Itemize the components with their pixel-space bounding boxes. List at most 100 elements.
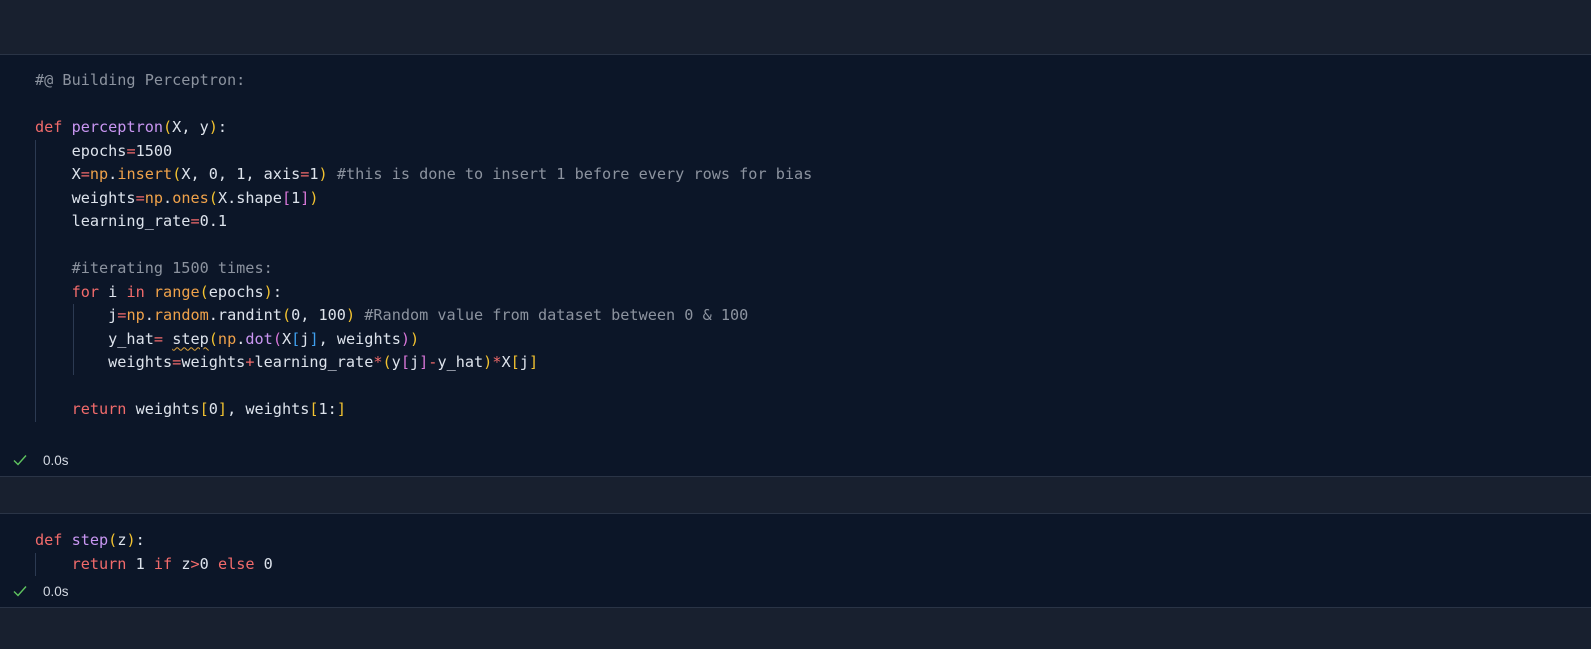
code-token: ) bbox=[483, 353, 493, 371]
code-token: ) bbox=[126, 531, 136, 549]
code-token: X, y bbox=[172, 118, 209, 136]
code-line: epochs=1500 bbox=[35, 139, 1571, 163]
code-token: X bbox=[281, 329, 292, 348]
code-token: : bbox=[135, 531, 145, 549]
cell-divider[interactable] bbox=[0, 476, 1591, 514]
indent-guide bbox=[73, 304, 74, 328]
code-token: 1 bbox=[291, 188, 301, 207]
code-editor[interactable]: def step(z): return 1 if z>0 else 0 bbox=[35, 529, 1571, 576]
code-token: . bbox=[144, 306, 154, 324]
code-token: 1: bbox=[318, 400, 337, 418]
code-token: [ bbox=[199, 400, 209, 418]
code-token: in bbox=[126, 282, 145, 301]
code-token: #this is done to insert 1 before every r… bbox=[327, 165, 813, 183]
code-token: j bbox=[519, 353, 529, 371]
execution-status: 0.0s bbox=[12, 452, 69, 468]
code-token: y_hat bbox=[35, 329, 154, 348]
code-token: np bbox=[144, 188, 164, 207]
code-cell-step[interactable]: def step(z): return 1 if z>0 else 0 0.0s bbox=[0, 514, 1591, 607]
code-token: = bbox=[126, 141, 136, 160]
code-token: [ bbox=[400, 353, 410, 371]
code-token: np bbox=[126, 306, 145, 324]
code-line bbox=[35, 374, 1571, 398]
code-token: def bbox=[35, 531, 72, 549]
code-token: 0 bbox=[199, 554, 218, 573]
check-icon bbox=[13, 586, 27, 597]
code-token: ] bbox=[419, 353, 429, 371]
code-token: 0 bbox=[254, 554, 273, 573]
indent-guide bbox=[73, 327, 74, 351]
code-token: 1 bbox=[126, 554, 154, 573]
indent-guide bbox=[35, 398, 36, 422]
code-token: j bbox=[409, 353, 420, 371]
indent-guide bbox=[35, 233, 36, 257]
code-token: if bbox=[153, 554, 173, 573]
code-token: 0 bbox=[208, 400, 218, 418]
code-token: X bbox=[35, 165, 81, 183]
code-token: #Random value from dataset between 0 & 1… bbox=[355, 306, 749, 324]
code-token: X, 0, 1, axis bbox=[181, 165, 301, 183]
code-token: step bbox=[172, 329, 209, 348]
code-token: #@ Building Perceptron: bbox=[35, 71, 246, 89]
code-token: 1500 bbox=[135, 141, 173, 160]
code-token: = bbox=[172, 353, 182, 371]
code-token: : bbox=[217, 118, 228, 136]
code-token: dot bbox=[245, 329, 273, 348]
code-token: weights bbox=[35, 353, 173, 371]
code-token: epochs bbox=[208, 282, 264, 301]
code-token: ) bbox=[410, 329, 420, 348]
code-token: 0.1 bbox=[199, 212, 228, 230]
indent-guide bbox=[35, 280, 36, 304]
code-token: ones bbox=[172, 188, 209, 207]
code-token: ( bbox=[272, 329, 282, 348]
code-line: weights=np.ones(X.shape[1]) bbox=[35, 186, 1571, 210]
code-token: ( bbox=[199, 282, 209, 301]
code-token: ) bbox=[400, 329, 411, 348]
code-token: y_hat bbox=[437, 353, 484, 371]
code-token: ] bbox=[528, 353, 539, 371]
execution-time: 0.0s bbox=[43, 583, 69, 599]
code-token: , weights bbox=[227, 400, 310, 418]
check-icon bbox=[13, 455, 27, 466]
notebook-top-gap bbox=[0, 0, 1591, 55]
code-cell-perceptron[interactable]: #@ Building Perceptron: def perceptron(X,… bbox=[0, 55, 1591, 476]
code-token: ] bbox=[217, 400, 228, 418]
code-token: .randint bbox=[208, 306, 282, 324]
indent-guide bbox=[35, 139, 36, 163]
code-token: , weights bbox=[318, 329, 401, 348]
code-token: y bbox=[391, 353, 401, 371]
code-token: [ bbox=[281, 188, 292, 207]
code-token: return bbox=[71, 400, 127, 418]
code-token: perceptron bbox=[71, 118, 164, 136]
code-line: #iterating 1500 times: bbox=[35, 257, 1571, 281]
code-line: learning_rate=0.1 bbox=[35, 210, 1571, 234]
code-editor[interactable]: #@ Building Perceptron: def perceptron(X,… bbox=[35, 69, 1571, 422]
code-token: ( bbox=[108, 531, 118, 549]
code-token: ) bbox=[208, 118, 218, 136]
code-token: = bbox=[80, 165, 90, 183]
code-token: = bbox=[190, 212, 200, 230]
code-line: def perceptron(X, y): bbox=[35, 116, 1571, 140]
indent-guide bbox=[35, 257, 36, 281]
indent-guide bbox=[35, 374, 36, 398]
code-token: np bbox=[89, 165, 109, 183]
code-token: ] bbox=[336, 400, 346, 418]
code-line: y_hat= step(np.dot(X[j], weights)) bbox=[35, 327, 1571, 351]
code-token: ] bbox=[309, 329, 319, 348]
code-line: weights=weights+learning_rate*(y[j]-y_ha… bbox=[35, 351, 1571, 375]
code-token: ( bbox=[208, 188, 218, 207]
execution-status: 0.0s bbox=[12, 583, 69, 599]
code-token: ( bbox=[281, 306, 292, 324]
code-token: ( bbox=[163, 118, 173, 136]
execution-time: 0.0s bbox=[43, 452, 69, 468]
code-token: ( bbox=[208, 329, 218, 348]
code-token: z bbox=[172, 554, 191, 573]
code-token: weights bbox=[35, 188, 136, 207]
code-line: #@ Building Perceptron: bbox=[35, 69, 1571, 93]
code-token: else bbox=[217, 554, 255, 573]
